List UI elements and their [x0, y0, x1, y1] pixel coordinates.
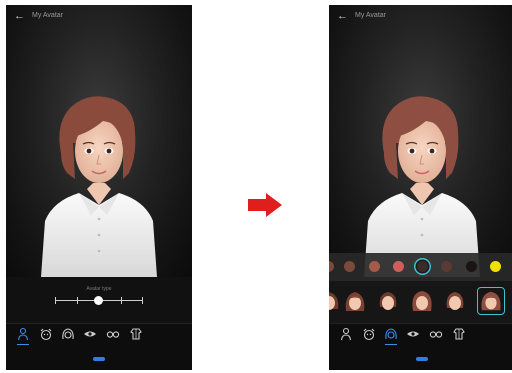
- clothing-icon: [453, 328, 465, 340]
- back-arrow-icon[interactable]: ←: [14, 10, 25, 22]
- color-swatch[interactable]: [329, 261, 334, 272]
- phone-screen-before: ← My Avatar Avatar type: [6, 5, 192, 370]
- avatar-figure: [364, 96, 480, 277]
- glasses-icon: [429, 331, 443, 338]
- tab-hair[interactable]: [384, 327, 398, 345]
- color-swatch[interactable]: [344, 261, 355, 272]
- eye-icon: [84, 331, 96, 337]
- tab-body[interactable]: [339, 327, 353, 341]
- hairstyle-thumbnail: [446, 292, 464, 310]
- slider-tick: [121, 297, 122, 304]
- face-icon: [363, 328, 375, 341]
- phone-screen-after: ← My Avatar: [329, 5, 512, 370]
- hairstyle-preset[interactable]: [341, 287, 369, 315]
- hairstyle-presets: [329, 281, 512, 323]
- hair-icon: [385, 328, 397, 340]
- hairstyle-thumbnail: [379, 292, 397, 310]
- hairstyle-preset[interactable]: [374, 287, 402, 315]
- tab-body[interactable]: [16, 327, 30, 345]
- back-arrow-icon[interactable]: ←: [337, 10, 348, 22]
- category-tabs: [329, 323, 512, 346]
- glasses-icon: [106, 331, 120, 338]
- hair-color-picker: [329, 253, 512, 281]
- avatar-type-panel: Avatar type: [6, 277, 192, 323]
- done-button[interactable]: [416, 357, 428, 361]
- hairstyle-preset-selected[interactable]: [477, 287, 505, 315]
- tab-glasses[interactable]: [429, 327, 443, 341]
- done-button[interactable]: [93, 357, 105, 361]
- body-icon: [17, 327, 29, 341]
- tab-face[interactable]: [39, 327, 53, 341]
- page-title: My Avatar: [355, 12, 386, 19]
- tab-face[interactable]: [362, 327, 376, 341]
- top-bar: ← My Avatar: [329, 5, 512, 29]
- hairstyle-preset[interactable]: [408, 287, 436, 315]
- face-icon: [40, 328, 52, 341]
- clothing-icon: [130, 328, 142, 340]
- color-swatch[interactable]: [466, 261, 477, 272]
- hairstyle-preset[interactable]: [441, 287, 469, 315]
- slider-tick: [55, 297, 56, 304]
- slider-tick: [77, 297, 78, 304]
- hairstyle-thumbnail: [481, 291, 501, 311]
- transition-arrow-icon: [248, 193, 282, 217]
- hairstyle-thumbnail: [345, 292, 365, 311]
- color-swatch[interactable]: [369, 261, 380, 272]
- color-swatch[interactable]: [441, 261, 452, 272]
- hair-icon: [62, 328, 74, 340]
- hairstyle-thumbnail: [412, 291, 432, 311]
- page-title: My Avatar: [32, 12, 63, 19]
- slider-thumb[interactable]: [94, 296, 103, 305]
- tab-hair[interactable]: [61, 327, 75, 341]
- slider-label: Avatar type: [86, 286, 112, 292]
- slider-tick: [142, 297, 143, 304]
- category-tabs: [6, 323, 192, 346]
- body-icon: [340, 327, 352, 341]
- tab-eyes[interactable]: [83, 327, 97, 341]
- color-swatch[interactable]: [490, 261, 501, 272]
- tab-clothing[interactable]: [452, 327, 466, 341]
- eye-icon: [407, 331, 419, 337]
- avatar-figure: [41, 96, 157, 277]
- tab-eyes[interactable]: [406, 327, 420, 341]
- color-swatch[interactable]: [393, 261, 404, 272]
- top-bar: ← My Avatar: [6, 5, 192, 29]
- color-swatch-selected[interactable]: [417, 261, 428, 272]
- tab-clothing[interactable]: [129, 327, 143, 341]
- tab-glasses[interactable]: [106, 327, 120, 341]
